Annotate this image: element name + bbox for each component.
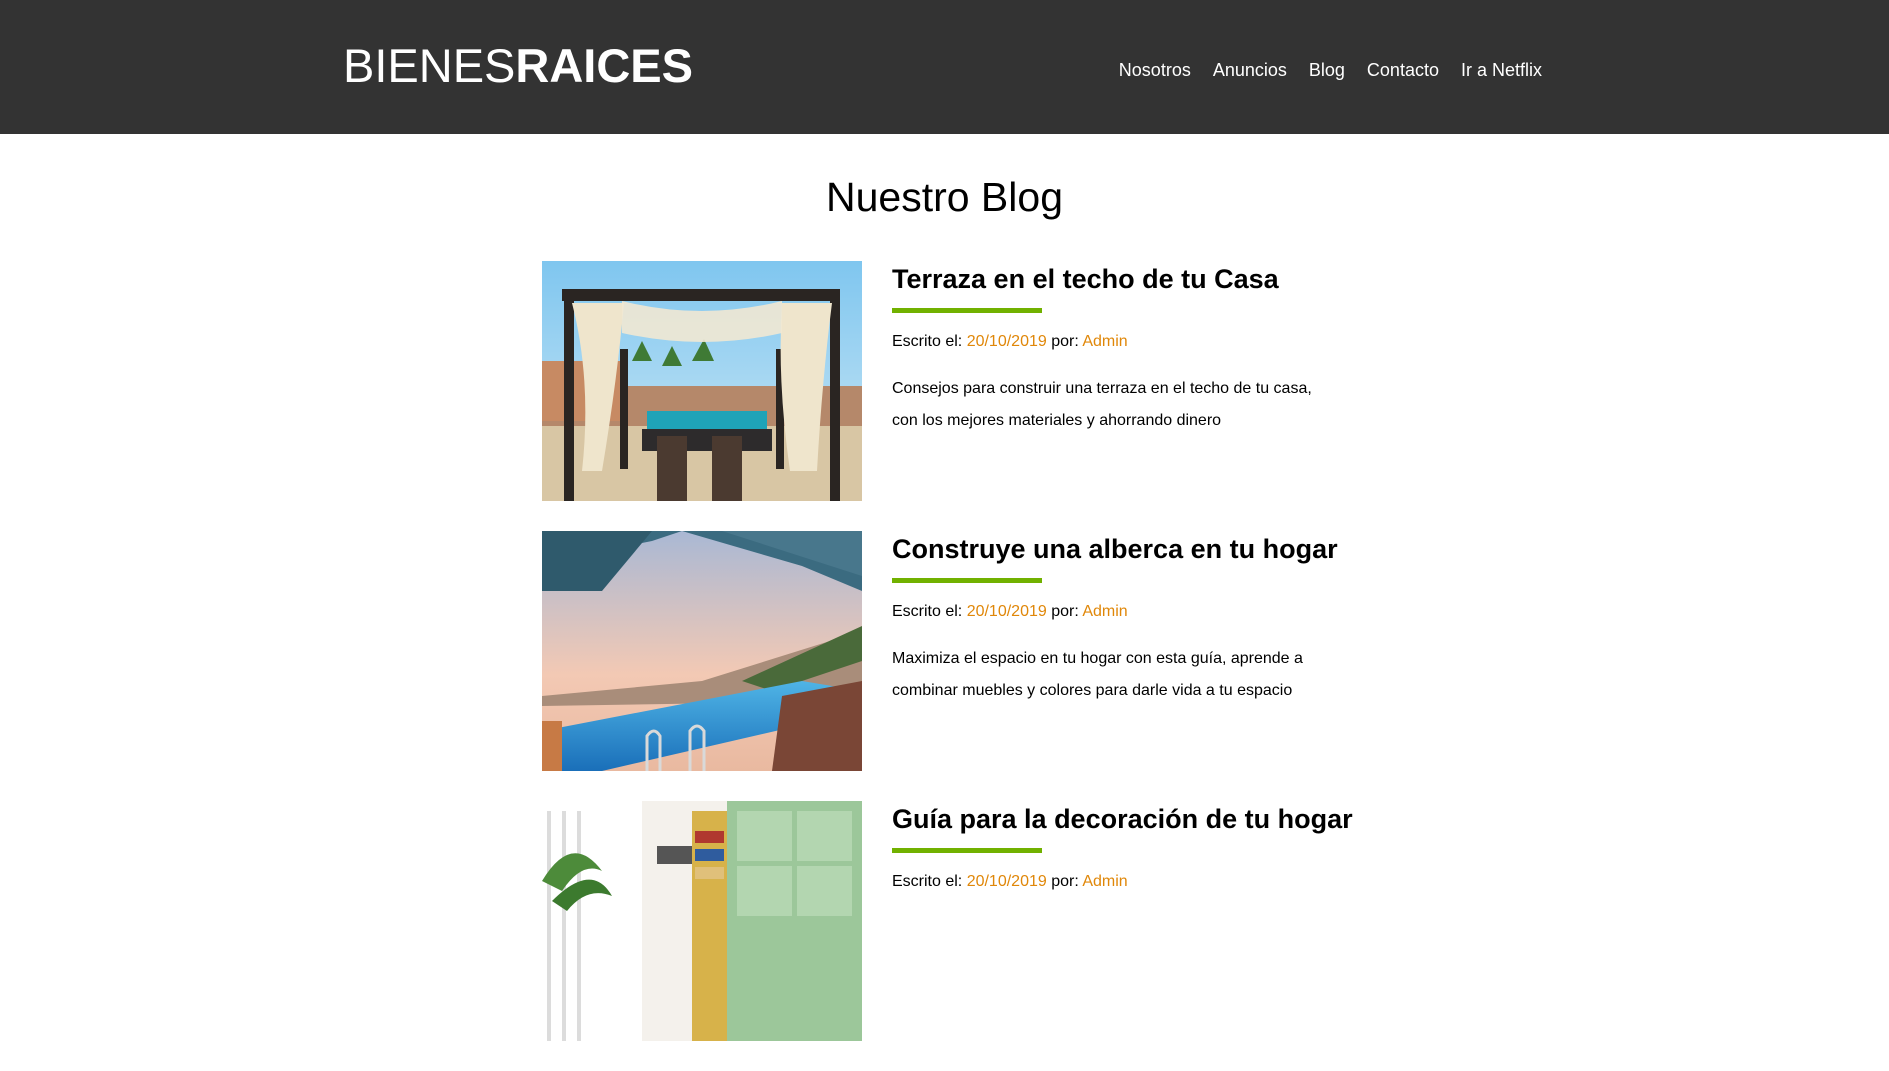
meta-prefix: Escrito el: [892,333,967,350]
entry-meta: Escrito el: 20/10/2019 por: Admin [892,333,1342,351]
main-nav: Nosotros Anuncios Blog Contacto Ir a Net… [1119,60,1542,81]
nav-link-anuncios[interactable]: Anuncios [1213,60,1287,81]
entry-date: 20/10/2019 [966,603,1047,620]
rooftop-terrace-photo[interactable] [542,261,862,501]
blog-entry: Construye una alberca en tu hogar Escrit… [542,531,1342,771]
nav-link-contacto[interactable]: Contacto [1367,60,1439,81]
entry-date: 20/10/2019 [966,333,1047,350]
entry-title[interactable]: Guía para la decoración de tu hogar [892,801,1353,837]
blog-entry: Terraza en el techo de tu Casa Escrito e… [542,261,1342,501]
title-underline [892,848,1042,853]
meta-by: por: [1046,603,1083,620]
nav-link-nosotros[interactable]: Nosotros [1119,60,1191,81]
entry-meta: Escrito el: 20/10/2019 por: Admin [892,873,1342,891]
entry-title[interactable]: Construye una alberca en tu hogar [892,531,1342,567]
meta-by: por: [1046,333,1083,350]
title-underline [892,308,1042,313]
title-underline [892,578,1042,583]
logo-light-text: BIENES [343,39,516,92]
interior-decor-photo[interactable] [542,801,862,1041]
entry-date: 20/10/2019 [966,873,1047,890]
entry-text: Construye una alberca en tu hogar Escrit… [892,531,1342,771]
entry-author: Admin [1082,333,1128,350]
blog-entries: Terraza en el techo de tu Casa Escrito e… [542,261,1353,1071]
entry-author: Admin [1082,603,1128,620]
site-header: BIENESRAICES Nosotros Anuncios Blog Cont… [0,0,1889,134]
entry-excerpt: Consejos para construir una terraza en e… [892,380,1312,429]
site-logo[interactable]: BIENESRAICES [343,38,693,93]
logo-bold-text: RAICES [515,39,693,92]
nav-link-netflix[interactable]: Ir a Netflix [1461,60,1542,81]
meta-by: por: [1046,873,1083,890]
entry-author: Admin [1082,873,1128,890]
entry-excerpt: Maximiza el espacio en tu hogar con esta… [892,650,1303,699]
pool-photo[interactable] [542,531,862,771]
meta-prefix: Escrito el: [892,603,967,620]
entry-text: Terraza en el techo de tu Casa Escrito e… [892,261,1342,501]
entry-title[interactable]: Terraza en el techo de tu Casa [892,261,1342,297]
page-title: Nuestro Blog [825,174,1063,220]
nav-link-blog[interactable]: Blog [1309,60,1345,81]
entry-text: Guía para la decoración de tu hogar Escr… [892,801,1353,1041]
blog-entry: Guía para la decoración de tu hogar Escr… [542,801,1353,1041]
entry-meta: Escrito el: 20/10/2019 por: Admin [892,603,1342,621]
meta-prefix: Escrito el: [892,873,967,890]
